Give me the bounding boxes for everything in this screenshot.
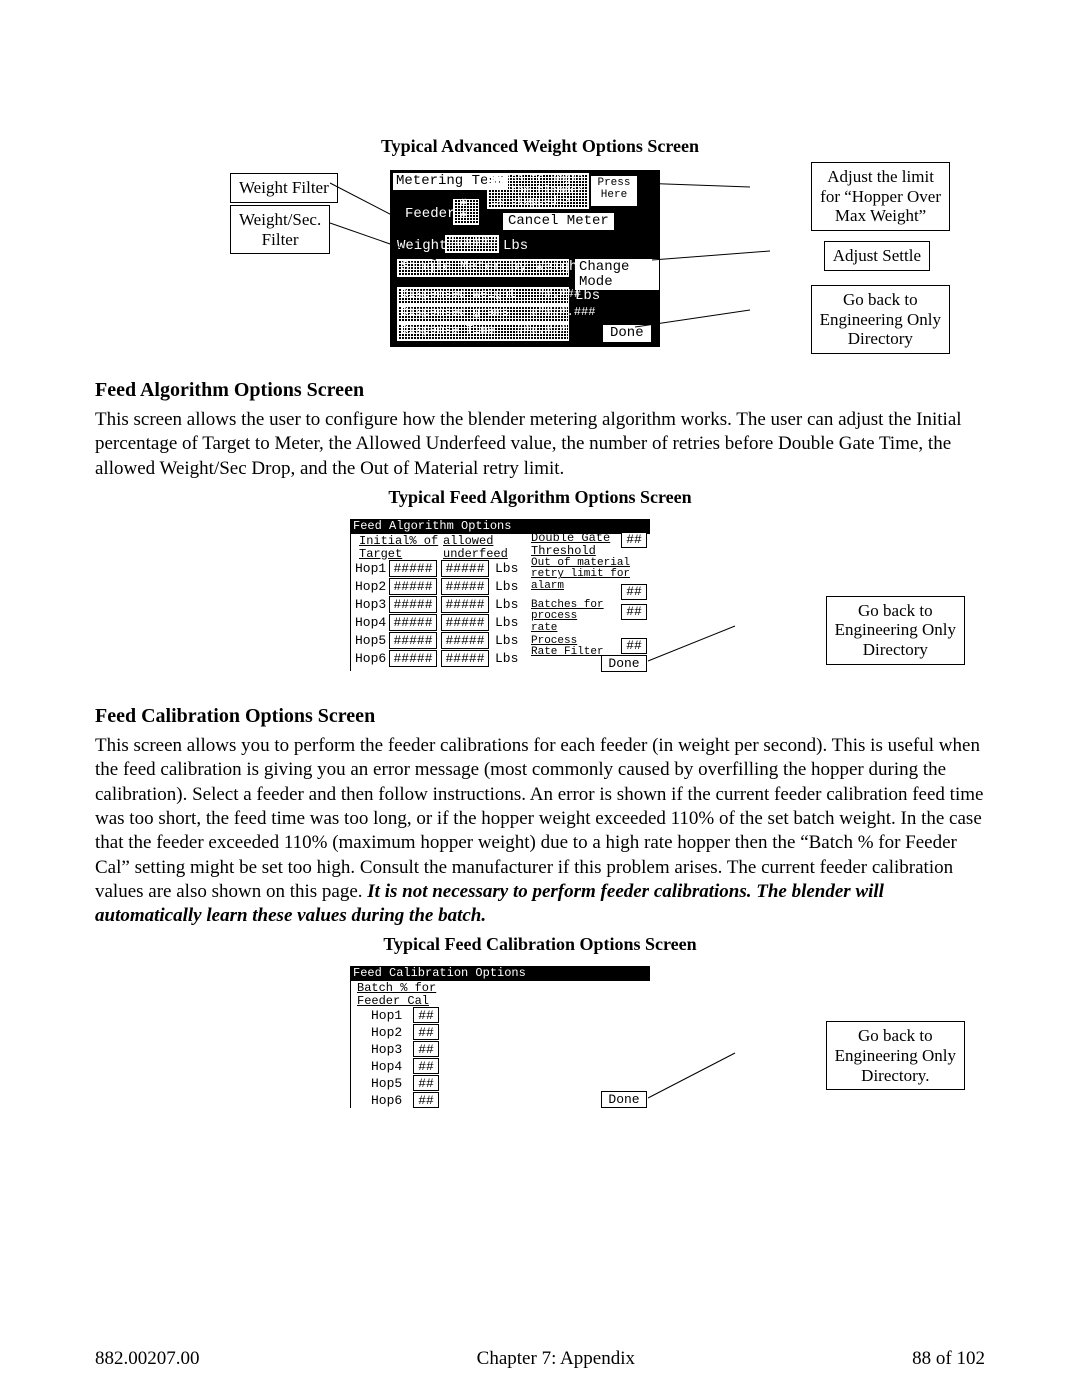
- feed-algorithm-screen: Feed Algorithm Options Initial% of Targe…: [350, 519, 650, 671]
- hop-label: Hop1: [371, 1009, 402, 1023]
- batches-for-label: Batches for process rate: [531, 600, 604, 635]
- press-here-button[interactable]: Press Here: [591, 176, 637, 206]
- initial-target-value[interactable]: #####: [389, 650, 437, 667]
- callout-weight-sec-filter: Weight/Sec. Filter: [230, 205, 330, 254]
- out-of-material-label: Out of material retry limit for alarm: [531, 558, 630, 593]
- screen2-title: Feed Algorithm Options: [353, 520, 511, 533]
- batches-for-value[interactable]: ##: [621, 604, 647, 620]
- allowed-underfeed-value[interactable]: #####: [441, 632, 489, 649]
- col-allowed-underfeed: allowed underfeed: [443, 535, 508, 560]
- footer-right: 88 of 102: [912, 1348, 985, 1370]
- hop-label: Hop5: [355, 634, 386, 648]
- batch-pct-value[interactable]: ##: [413, 1092, 439, 1108]
- advanced-weight-screen: Metering Test Press to Begin if the blen…: [390, 170, 660, 347]
- double-gate-value[interactable]: ##: [621, 532, 647, 548]
- unit-label: Lbs: [495, 634, 518, 648]
- initial-target-value[interactable]: #####: [389, 560, 437, 577]
- batch-pct-value[interactable]: ##: [413, 1075, 439, 1091]
- feed-algorithm-heading: Feed Algorithm Options Screen: [95, 379, 985, 402]
- batch-pct-value[interactable]: ##: [413, 1058, 439, 1074]
- hop-label: Hop2: [371, 1026, 402, 1040]
- hop-label: Hop3: [355, 598, 386, 612]
- unit-label: Lbs: [495, 580, 518, 594]
- screen3-title: Feed Calibration Options: [353, 967, 526, 980]
- dispensed-grams: Dispensed grams= #####.###: [401, 306, 595, 319]
- callout-go-back-2: Go back to Engineering Only Directory: [826, 596, 965, 665]
- unit-label: Lbs: [495, 598, 518, 612]
- hop-label: Hop2: [355, 580, 386, 594]
- weight-unit: Lbs: [503, 239, 528, 254]
- feed-calibration-screen: Feed Calibration Options Batch % for Fee…: [350, 966, 650, 1108]
- hop-label: Hop6: [371, 1094, 402, 1108]
- dispensed-weight-unit: Lbs: [575, 289, 600, 304]
- allowed-underfeed-value[interactable]: #####: [441, 578, 489, 595]
- batch-pct-value[interactable]: ##: [413, 1041, 439, 1057]
- initial-target-value[interactable]: #####: [389, 614, 437, 631]
- fig1-caption: Typical Advanced Weight Options Screen: [95, 136, 985, 157]
- initial-target-value[interactable]: #####: [389, 632, 437, 649]
- callout-weight-filter: Weight Filter: [230, 173, 338, 203]
- hop-label: Hop3: [371, 1043, 402, 1057]
- allowed-underfeed-value[interactable]: #####: [441, 596, 489, 613]
- allowed-underfeed-value[interactable]: #####: [441, 614, 489, 631]
- double-gate-label: Double Gate Threshold: [531, 532, 610, 557]
- footer-center: Chapter 7: Appendix: [477, 1348, 635, 1370]
- unit-label: Lbs: [495, 562, 518, 576]
- hop-label: Hop5: [371, 1077, 402, 1091]
- initial-target-value[interactable]: #####: [389, 596, 437, 613]
- change-mode-button[interactable]: Change Mode: [575, 259, 659, 290]
- dispense-time: Dispense Time= ###.###: [401, 324, 567, 337]
- col-initial-target: Initial% of Target: [359, 535, 438, 560]
- footer-left: 882.00207.00: [95, 1348, 200, 1370]
- out-of-material-value[interactable]: ##: [621, 584, 647, 600]
- weight-label: Weight: [397, 239, 447, 254]
- screen1-done-button[interactable]: Done: [603, 325, 651, 342]
- cancel-meter-button[interactable]: Cancel Meter: [503, 213, 614, 230]
- col-batch-pct: Batch % for Feeder Cal: [357, 982, 436, 1007]
- hop-label: Hop4: [355, 616, 386, 630]
- callout-go-back: Go back to Engineering Only Directory: [811, 285, 950, 354]
- callout-adjust-settle: Adjust Settle: [824, 241, 930, 271]
- hop-label: Hop6: [355, 652, 386, 666]
- batch-pct-value[interactable]: ##: [413, 1024, 439, 1040]
- hop-label: Hop1: [355, 562, 386, 576]
- callout-adjust-limit: Adjust the limit for “Hopper Over Max We…: [811, 162, 950, 231]
- dispensed-weight: Dispensed Weight= ##.###: [401, 288, 581, 301]
- feed-calibration-heading: Feed Calibration Options Screen: [95, 705, 985, 728]
- press-to-begin: Press to Begin if the blender is stopped…: [491, 174, 583, 209]
- feed-algorithm-para: This screen allows the user to configure…: [95, 408, 985, 481]
- unit-label: Lbs: [495, 616, 518, 630]
- batch-pct-value[interactable]: ##: [413, 1007, 439, 1023]
- feeder-label: Feeder: [405, 207, 455, 222]
- screen2-done-button[interactable]: Done: [601, 655, 647, 672]
- callout-go-back-3: Go back to Engineering Only Directory.: [826, 1021, 965, 1090]
- single-meter-label: Single Meter by Weight: [401, 260, 586, 275]
- rate-filter-label: Process Rate Filter: [531, 636, 604, 659]
- hop-label: Hop4: [371, 1060, 402, 1074]
- allowed-underfeed-value[interactable]: #####: [441, 560, 489, 577]
- unit-label: Lbs: [495, 652, 518, 666]
- fig3-caption: Typical Feed Calibration Options Screen: [95, 934, 985, 955]
- rate-filter-value[interactable]: ##: [621, 638, 647, 654]
- allowed-underfeed-value[interactable]: #####: [441, 650, 489, 667]
- initial-target-value[interactable]: #####: [389, 578, 437, 595]
- screen3-done-button[interactable]: Done: [601, 1091, 647, 1108]
- fig2-caption: Typical Feed Algorithm Options Screen: [95, 487, 985, 508]
- weight-value[interactable]: ######: [447, 236, 497, 251]
- feed-calibration-para: This screen allows you to perform the fe…: [95, 734, 985, 929]
- feeder-value[interactable]: # #: [460, 199, 467, 222]
